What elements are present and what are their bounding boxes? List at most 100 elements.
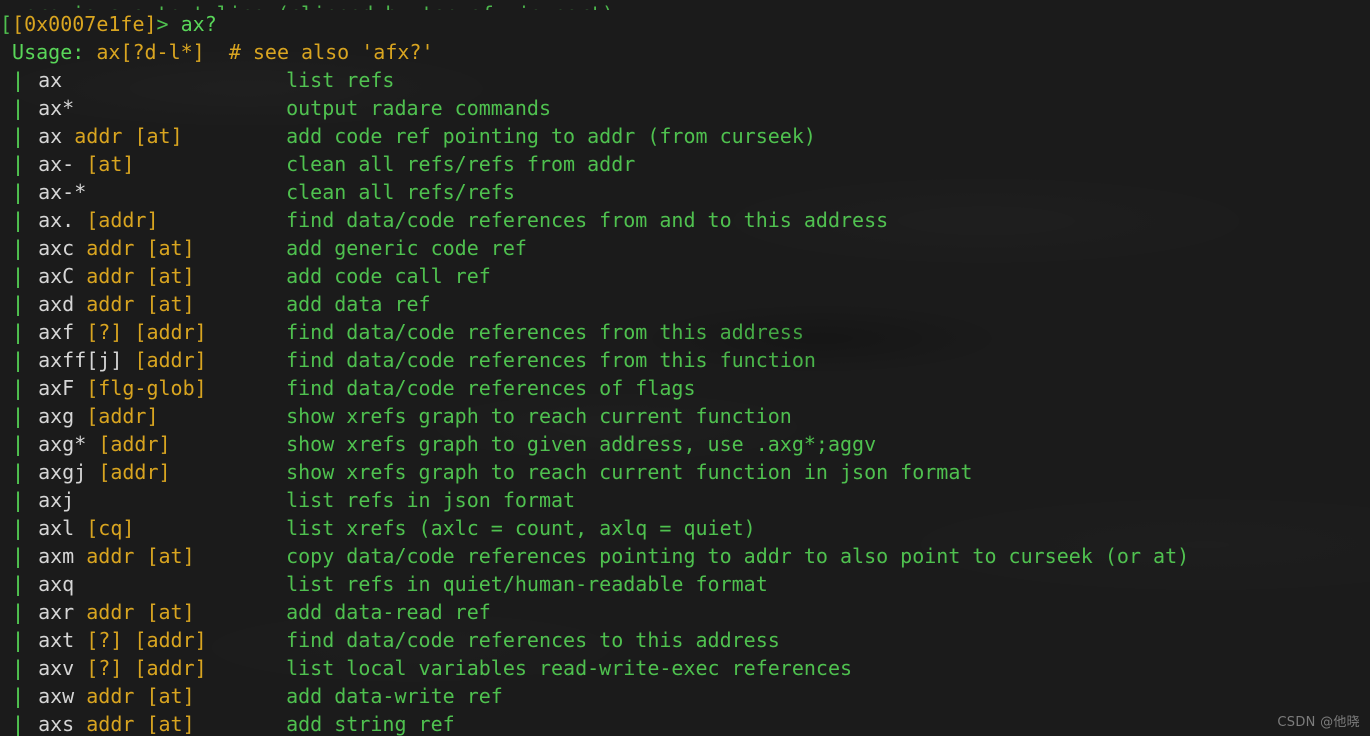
command-description: add code call ref xyxy=(286,264,491,288)
row-pipe: | xyxy=(12,208,25,232)
command-args-space xyxy=(74,656,86,680)
row-leading-space xyxy=(0,516,12,540)
terminal-screen[interactable]: previous output line (clipped by top of … xyxy=(0,0,1189,736)
command-description: add string ref xyxy=(286,712,455,736)
command-row: | axm addr [at] copy data/code references … xyxy=(0,542,1189,570)
command-row: | ax list refs xyxy=(0,66,1189,94)
command-row: | axr addr [at] add data-read ref xyxy=(0,598,1189,626)
row-pipe: | xyxy=(12,628,25,652)
command-row: | axC addr [at] add code call ref xyxy=(0,262,1189,290)
command-args: [addr] xyxy=(98,460,171,484)
row-pipe: | xyxy=(12,488,25,512)
command-args: addr [at] xyxy=(86,712,195,736)
row-pipe: | xyxy=(12,152,25,176)
row-pipe: | xyxy=(12,712,25,736)
command-description: add data ref xyxy=(286,292,431,316)
row-leading-space xyxy=(0,68,12,92)
command-description: add code ref pointing to addr (from curs… xyxy=(286,124,816,148)
command-name: axr xyxy=(38,600,75,624)
command-name: axC xyxy=(38,264,75,288)
usage-line: Usage: ax[?d-l*] # see also 'afx?' xyxy=(0,38,1189,66)
prompt-arrow: > xyxy=(156,12,169,36)
command-name: axq xyxy=(38,572,75,596)
command-description: show xrefs graph to given address, use .… xyxy=(286,432,877,456)
command-description: output radare commands xyxy=(286,96,551,120)
row-pipe: | xyxy=(12,376,25,400)
row-pipe: | xyxy=(12,516,25,540)
scrollback-clipped-line: previous output line (clipped by top of … xyxy=(0,0,1189,10)
command-args-space xyxy=(74,376,86,400)
command-args-space xyxy=(74,152,86,176)
command-row: | axF [flg-glob] find data/code references… xyxy=(0,374,1189,402)
command-signature: axm addr [at] xyxy=(24,542,286,570)
row-leading-space xyxy=(0,124,12,148)
row-leading-space xyxy=(0,152,12,176)
command-args: [addr] xyxy=(98,432,171,456)
row-pipe: | xyxy=(12,432,25,456)
command-description: show xrefs graph to reach current functi… xyxy=(286,460,973,484)
prompt-open-bracket: [ xyxy=(0,12,13,36)
usage-label: Usage: xyxy=(12,40,85,64)
command-name: ax xyxy=(38,68,63,92)
row-leading-space xyxy=(0,684,12,708)
command-signature: axg [addr] xyxy=(24,402,286,430)
command-signature: axq xyxy=(24,570,286,598)
command-args: addr [at] xyxy=(86,544,195,568)
command-row: | axv [?] [addr] list local variables read… xyxy=(0,654,1189,682)
row-pipe: | xyxy=(12,320,25,344)
command-args-space xyxy=(74,516,86,540)
command-row: | ax- [at] clean all refs/refs from addr xyxy=(0,150,1189,178)
command-args-space xyxy=(74,264,86,288)
row-pipe: | xyxy=(12,348,25,372)
command-args: addr [at] xyxy=(86,600,195,624)
command-signature: axv [?] [addr] xyxy=(24,654,286,682)
command-row: | axc addr [at] add generic code ref xyxy=(0,234,1189,262)
command-args-space xyxy=(74,628,86,652)
row-leading-space xyxy=(0,348,12,372)
row-pipe: | xyxy=(12,572,25,596)
command-signature: axs addr [at] xyxy=(24,710,286,736)
row-leading-space xyxy=(0,320,12,344)
command-row: | axff[j] [addr] find data/code references… xyxy=(0,346,1189,374)
command-description: find data/code references to this addres… xyxy=(286,628,780,652)
command-args: [flg-glob] xyxy=(86,376,207,400)
command-description: find data/code references from this addr… xyxy=(286,320,804,344)
command-row: | axl [cq] list xrefs (axlc = count, axlq … xyxy=(0,514,1189,542)
row-pipe: | xyxy=(12,96,25,120)
command-row: | axq list refs in quiet/human-readable fo… xyxy=(0,570,1189,598)
row-leading-space xyxy=(0,600,12,624)
command-name: axd xyxy=(38,292,75,316)
command-description: find data/code references from and to th… xyxy=(286,208,889,232)
command-name: ax xyxy=(38,124,63,148)
command-row: | axd addr [at] add data ref xyxy=(0,290,1189,318)
row-pipe: | xyxy=(12,460,25,484)
command-description: clean all refs/refs from addr xyxy=(286,152,636,176)
row-leading-space xyxy=(0,236,12,260)
watermark: CSDN @他晓 xyxy=(1277,715,1360,730)
command-row: | ax. [addr] find data/code references fro… xyxy=(0,206,1189,234)
command-args: addr [at] xyxy=(86,264,195,288)
command-signature: ax xyxy=(24,66,286,94)
command-description: show xrefs graph to reach current functi… xyxy=(286,404,792,428)
terminal-window[interactable]: previous output line (clipped by top of … xyxy=(0,0,1370,736)
command-args-space xyxy=(74,320,86,344)
row-leading-space xyxy=(0,712,12,736)
row-pipe: | xyxy=(12,600,25,624)
command-args-space xyxy=(74,292,86,316)
command-name: axj xyxy=(38,488,75,512)
command-signature: axr addr [at] xyxy=(24,598,286,626)
row-leading-space xyxy=(0,208,12,232)
command-args: [?] [addr] xyxy=(86,656,207,680)
command-args: [?] [addr] xyxy=(86,628,207,652)
command-args: [?] [addr] xyxy=(86,320,207,344)
command-description: add data-read ref xyxy=(286,600,491,624)
command-signature: ax- [at] xyxy=(24,150,286,178)
command-args-space xyxy=(74,600,86,624)
usage-syntax: ax[?d-l*] xyxy=(96,40,205,64)
command-signature: ax-* xyxy=(24,178,286,206)
row-leading-space xyxy=(0,292,12,316)
command-signature: axw addr [at] xyxy=(24,682,286,710)
row-pipe: | xyxy=(12,292,25,316)
command-row: | ax* output radare commands xyxy=(0,94,1189,122)
prompt-line[interactable]: [[0x0007e1fe]> ax? xyxy=(0,10,1189,38)
